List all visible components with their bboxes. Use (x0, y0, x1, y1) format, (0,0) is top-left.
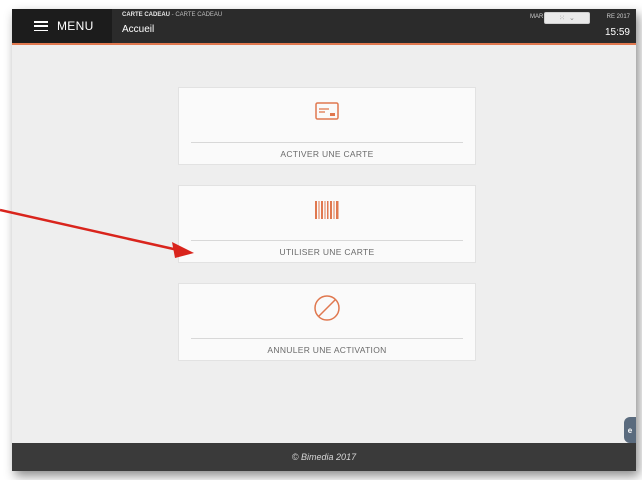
app-screen: MENU CARTE CADEAU - CARTE CADEAU Accueil… (12, 9, 636, 471)
activate-card-label: ACTIVER UNE CARTE (280, 149, 374, 159)
chevron-down-icon: ⌄ (569, 14, 575, 22)
menu-label: MENU (57, 19, 94, 33)
side-panel-tab[interactable]: e (624, 417, 636, 443)
activate-card-button[interactable]: ACTIVER UNE CARTE (178, 87, 476, 165)
date-end: RE 2017 (606, 14, 630, 20)
clock: 15:59 (604, 27, 630, 38)
grid-icon: ⁙ (559, 14, 565, 22)
menu-button[interactable]: MENU (12, 9, 112, 43)
copyright-text: © Bimedia 2017 (291, 452, 357, 462)
use-card-button[interactable]: UTILISER UNE CARTE (178, 185, 476, 263)
cancel-circle-icon (314, 295, 340, 321)
remote-control-widget[interactable]: ⁙ ⌄ (544, 12, 590, 24)
card-divider (191, 338, 463, 339)
credit-card-icon (315, 102, 339, 120)
card-divider (191, 142, 463, 143)
use-card-label: UTILISER UNE CARTE (279, 247, 375, 257)
hamburger-icon (34, 21, 48, 31)
cancel-activation-button[interactable]: ANNULER UNE ACTIVATION (178, 283, 476, 361)
breadcrumb-primary: CARTE CADEAU (122, 12, 170, 18)
date-start: MAR (529, 14, 544, 20)
breadcrumb: CARTE CADEAU - CARTE CADEAU (122, 12, 222, 18)
side-tab-icon: e (627, 425, 633, 435)
card-divider (191, 240, 463, 241)
barcode-icon (315, 201, 339, 219)
accent-line (12, 43, 636, 45)
page-title: Accueil (122, 24, 155, 35)
breadcrumb-secondary: - CARTE CADEAU (171, 12, 223, 18)
cancel-activation-label: ANNULER UNE ACTIVATION (267, 345, 387, 355)
top-bar: MENU CARTE CADEAU - CARTE CADEAU Accueil… (12, 9, 636, 43)
footer: © Bimedia 2017 (12, 443, 636, 471)
